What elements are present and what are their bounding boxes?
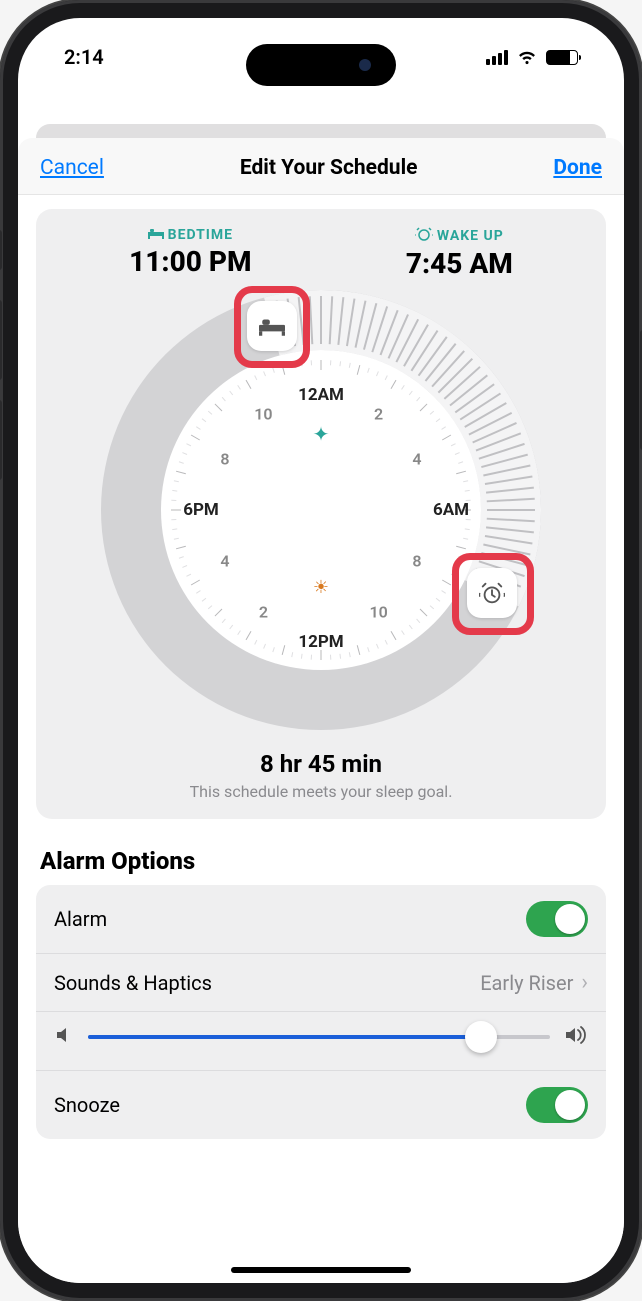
status-icons [486, 44, 578, 71]
sounds-value: Early Riser [480, 971, 573, 995]
alarm-options-title: Alarm Options [40, 847, 602, 875]
wifi-icon [516, 44, 538, 71]
volume-down-button [0, 400, 2, 480]
snooze-label: Snooze [54, 1093, 120, 1117]
bedtime-block: BEDTIME 11:00 PM [129, 227, 251, 280]
volume-high-icon [564, 1025, 588, 1050]
clock-12pm: 12PM [298, 632, 343, 652]
done-button[interactable]: Done [553, 156, 602, 180]
duration-message: This schedule meets your sleep goal. [52, 782, 590, 801]
time-labels: BEDTIME 11:00 PM WAKE UP 7:45 AM [52, 227, 590, 280]
volume-low-icon [54, 1025, 74, 1050]
sounds-haptics-row[interactable]: Sounds & Haptics Early Riser › [36, 954, 606, 1012]
clock-10b: 10 [369, 603, 387, 622]
schedule-dial-card: BEDTIME 11:00 PM WAKE UP 7:45 AM [36, 209, 606, 819]
edit-schedule-modal: Cancel Edit Your Schedule Done BEDTIME 1… [18, 138, 624, 1283]
alarm-clock-icon [415, 227, 433, 245]
volume-row [36, 1012, 606, 1071]
battery-icon [546, 50, 578, 65]
wakeup-block: WAKE UP 7:45 AM [406, 227, 513, 280]
duration-block: 8 hr 45 min This schedule meets your sle… [52, 750, 590, 801]
volume-slider[interactable] [88, 1022, 550, 1052]
dial-face: ✦ ☀ 12AM 12PM 6PM 6AM 10 2 8 4 4 8 2 10 [161, 350, 481, 670]
alarm-toggle[interactable] [526, 901, 588, 937]
dynamic-island [246, 44, 396, 86]
wakeup-label: WAKE UP [406, 227, 513, 245]
snooze-row: Snooze [36, 1071, 606, 1139]
snooze-toggle[interactable] [526, 1087, 588, 1123]
alarm-label: Alarm [54, 907, 107, 931]
clock-8b: 8 [412, 552, 421, 571]
volume-up-button [0, 300, 2, 380]
wakeup-value: 7:45 AM [406, 247, 513, 280]
modal-header: Cancel Edit Your Schedule Done [18, 138, 624, 195]
bed-icon [148, 227, 164, 243]
stars-icon: ✦ [313, 422, 330, 446]
sounds-label: Sounds & Haptics [54, 971, 212, 995]
home-indicator[interactable] [231, 1267, 411, 1273]
clock-4: 4 [412, 449, 421, 468]
chevron-right-icon: › [581, 970, 588, 995]
clock-6am: 6AM [433, 500, 469, 520]
phone-frame: 2:14 Cancel Edit Your Schedule Done [0, 0, 642, 1301]
clock-4b: 4 [220, 552, 229, 571]
clock-2: 2 [374, 405, 383, 424]
clock-6pm: 6PM [183, 500, 219, 520]
duration-value: 8 hr 45 min [52, 750, 590, 778]
clock-2b: 2 [259, 603, 268, 622]
cellular-icon [486, 50, 508, 65]
clock-10: 10 [254, 405, 272, 424]
alarm-row: Alarm [36, 885, 606, 954]
status-time: 2:14 [64, 45, 104, 69]
mute-switch [0, 230, 2, 270]
sleep-dial[interactable]: ✦ ☀ 12AM 12PM 6PM 6AM 10 2 8 4 4 8 2 10 [101, 290, 541, 730]
modal-title: Edit Your Schedule [240, 156, 418, 180]
bedtime-value: 11:00 PM [129, 245, 251, 278]
clock-8: 8 [220, 449, 229, 468]
clock-12am: 12AM [298, 385, 344, 405]
alarm-options-list: Alarm Sounds & Haptics Early Riser › [36, 885, 606, 1139]
bedtime-handle[interactable] [247, 301, 297, 351]
cancel-button[interactable]: Cancel [40, 156, 104, 180]
wakeup-handle[interactable] [467, 568, 517, 618]
sun-icon: ☀ [313, 577, 329, 598]
bedtime-label: BEDTIME [129, 227, 251, 243]
screen: 2:14 Cancel Edit Your Schedule Done [18, 18, 624, 1283]
